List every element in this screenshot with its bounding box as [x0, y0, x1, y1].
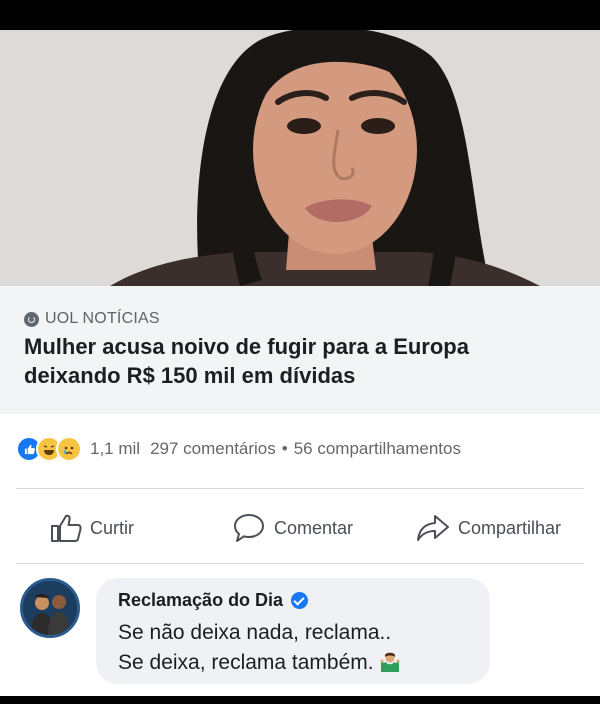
comment-count[interactable]: 297 comentários — [150, 439, 276, 459]
headline-line-2: deixando R$ 150 mil em dívidas — [24, 363, 356, 388]
author-name: Reclamação do Dia — [118, 590, 284, 610]
reaction-icons[interactable] — [16, 436, 82, 462]
woman-photo — [0, 30, 600, 286]
source-logo-icon — [24, 311, 39, 327]
comment-bubble: Reclamação do Dia Se não deixa nada, rec… — [96, 578, 490, 684]
link-source: UOL NOTÍCIAS — [24, 310, 160, 328]
divider-top — [16, 488, 584, 489]
source-label: UOL NOTÍCIAS — [45, 310, 160, 327]
thumbs-up-icon — [51, 514, 82, 542]
comment-author[interactable]: Reclamação do Dia — [118, 590, 309, 611]
post-image[interactable] — [0, 30, 600, 286]
comment: Reclamação do Dia Se não deixa nada, rec… — [20, 576, 600, 696]
comment-bubble-icon — [234, 514, 264, 542]
link-headline[interactable]: Mulher acusa noivo de fugir para a Europ… — [24, 332, 584, 390]
shrug-emoji-icon — [380, 652, 400, 672]
like-label: Curtir — [90, 517, 134, 538]
avatar[interactable] — [20, 578, 80, 638]
headline-line-1: Mulher acusa noivo de fugir para a Europ… — [24, 334, 469, 359]
comment-label: Comentar — [274, 517, 354, 538]
verified-badge-icon — [291, 592, 309, 609]
like-button[interactable]: Curtir — [50, 508, 134, 548]
share-arrow-icon — [417, 515, 449, 541]
comment-line-2: Se deixa, reclama também. — [118, 651, 374, 674]
sad-reaction-icon — [56, 436, 82, 462]
engagement-bar: 1,1 mil 297 comentários • 56 compartilha… — [16, 436, 586, 462]
divider-bottom — [16, 563, 584, 564]
action-bar: Curtir Comentar Compartilhar — [0, 508, 600, 548]
comment-text: Se não deixa nada, reclama.. Se deixa, r… — [118, 618, 400, 678]
reaction-count[interactable]: 1,1 mil — [90, 439, 140, 459]
share-button[interactable]: Compartilhar — [416, 508, 561, 548]
comment-line-1: Se não deixa nada, reclama.. — [118, 621, 392, 644]
comment-button[interactable]: Comentar — [232, 508, 353, 548]
facebook-post: UOL NOTÍCIAS Mulher acusa noivo de fugir… — [0, 30, 600, 696]
share-label: Compartilhar — [458, 517, 562, 538]
stats-separator: • — [281, 439, 288, 458]
share-count[interactable]: 56 compartilhamentos — [294, 439, 461, 459]
